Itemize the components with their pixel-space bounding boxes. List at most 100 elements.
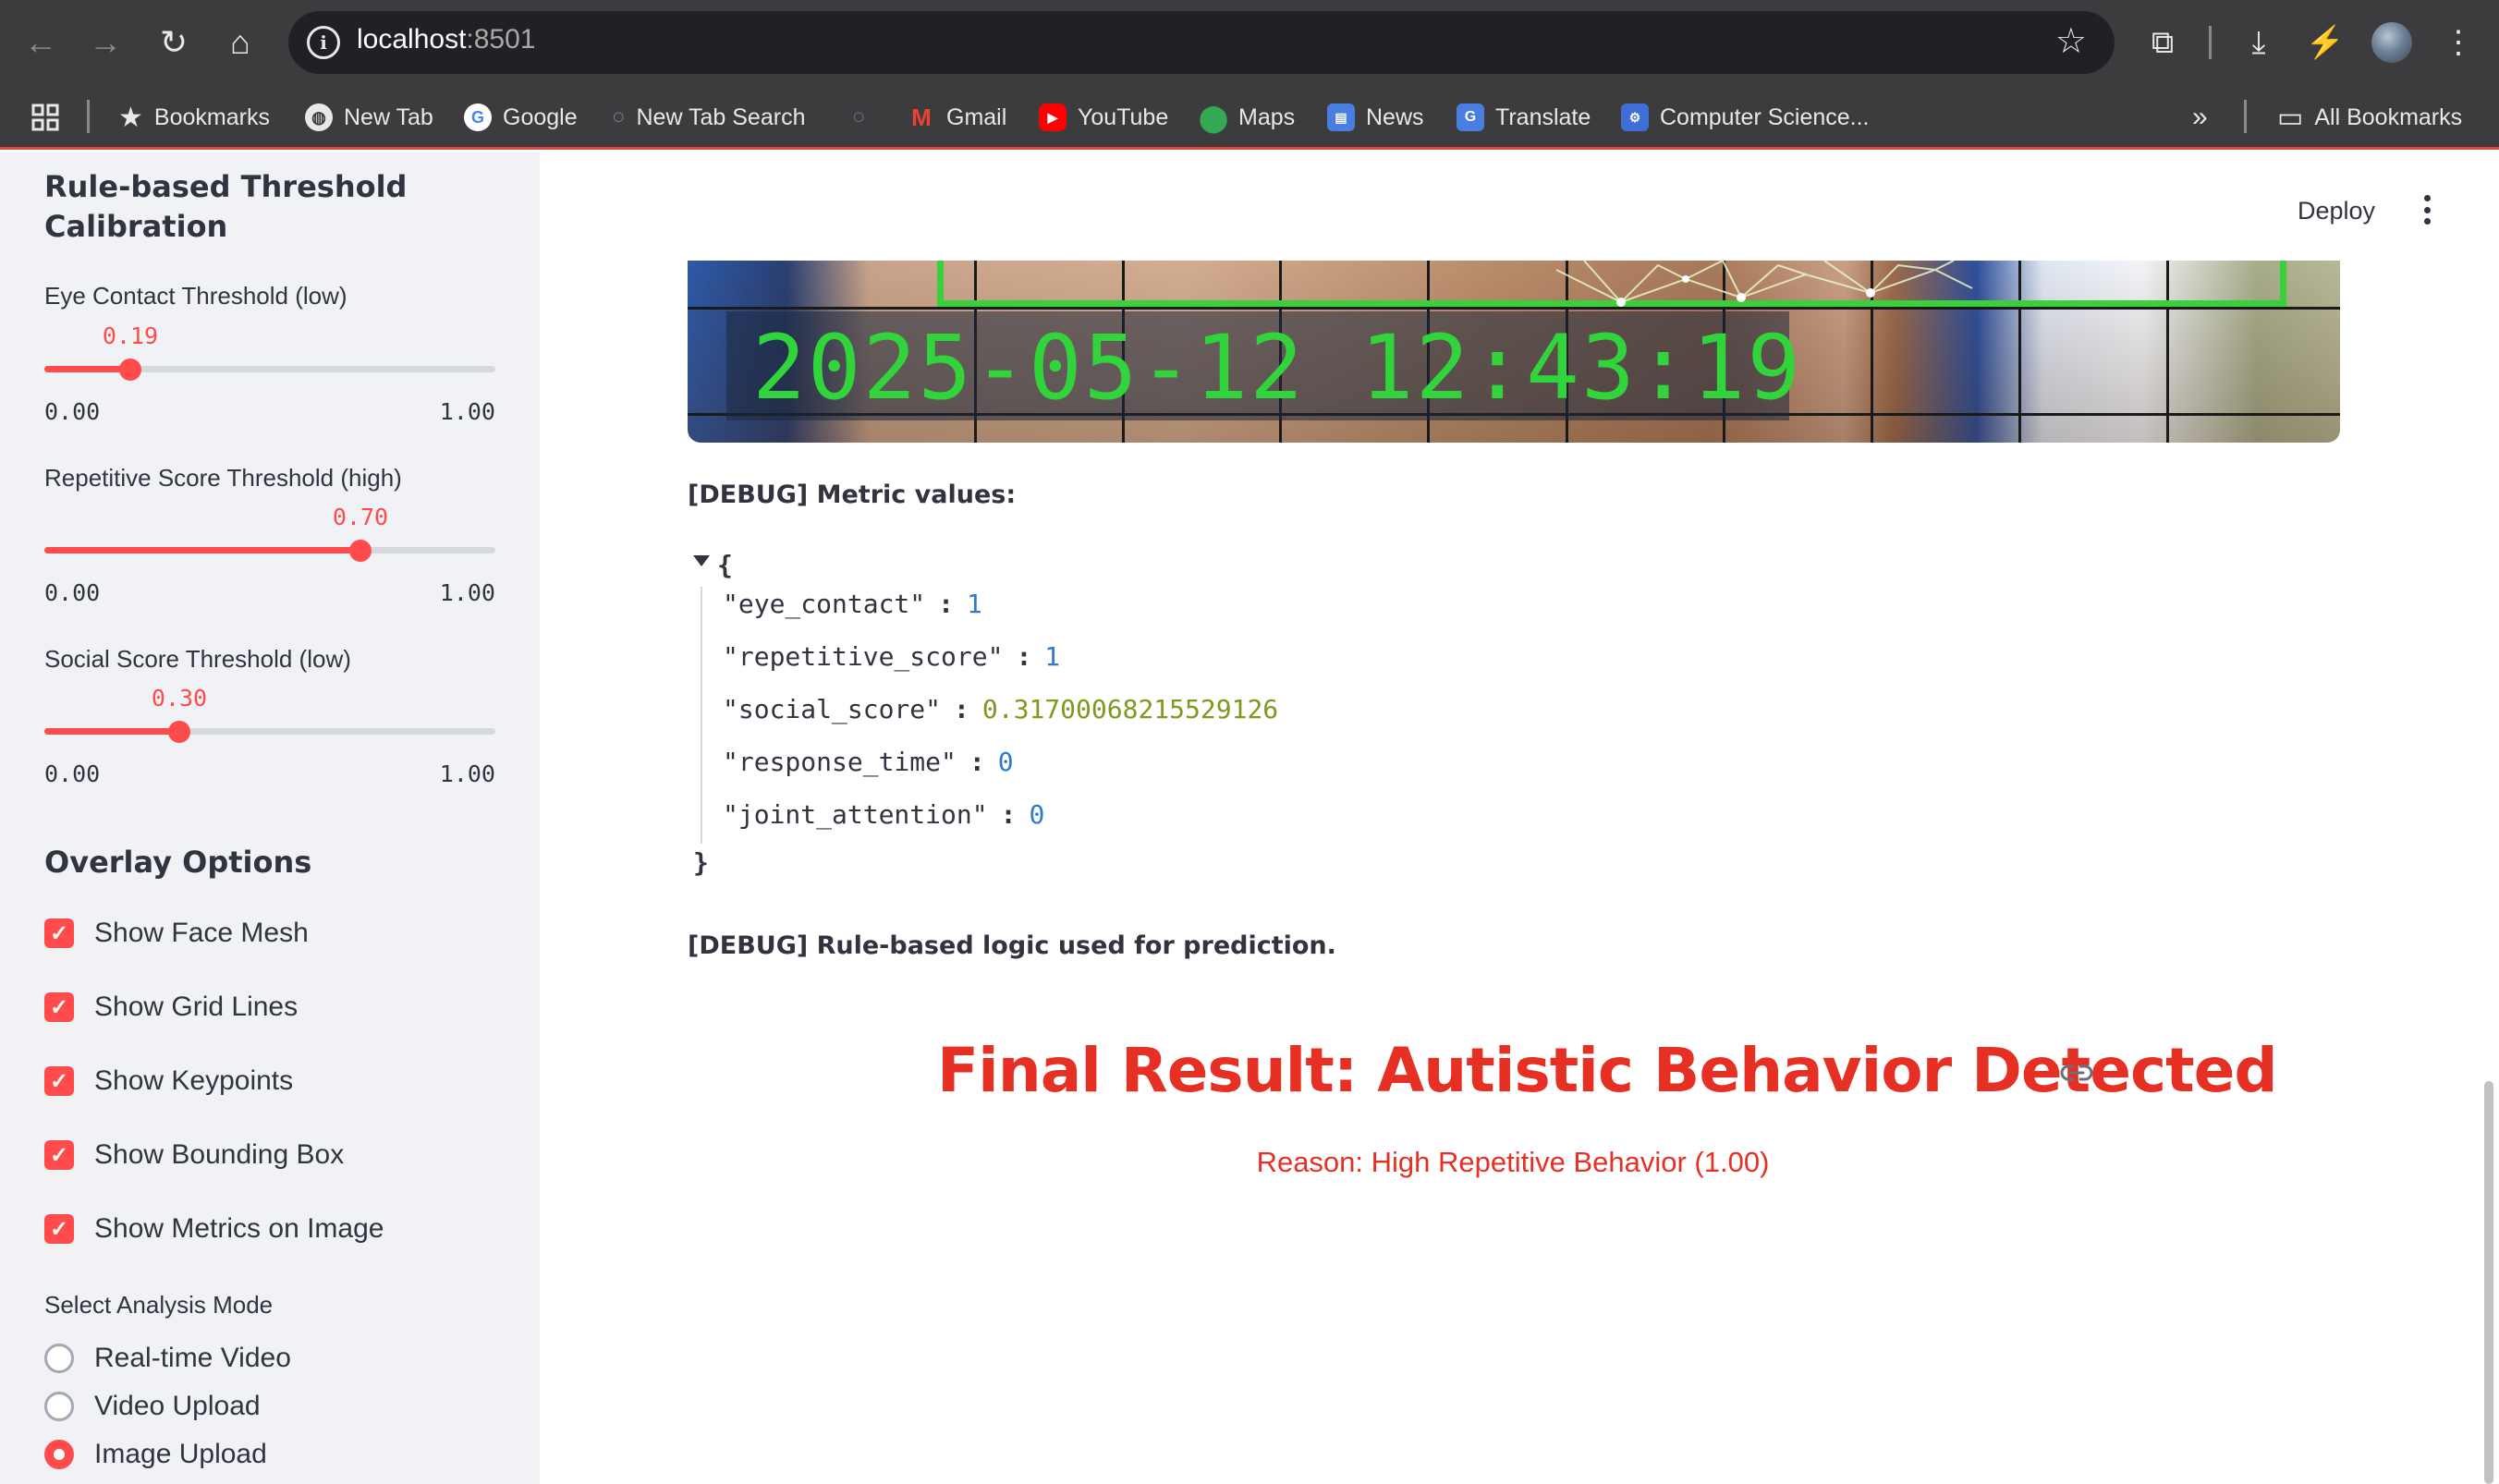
- browser-menu-icon[interactable]: ⋮: [2434, 18, 2482, 67]
- bookmark-item-youtube[interactable]: ▶ YouTube: [1039, 100, 1168, 135]
- reload-icon[interactable]: ↻: [152, 20, 196, 65]
- performance-icon[interactable]: ⚡: [2301, 18, 2349, 67]
- radio-image-upload[interactable]: Image Upload: [44, 1439, 267, 1470]
- maps-icon: ⬤: [1199, 103, 1228, 132]
- slider-value: 0.70: [332, 504, 389, 530]
- checkbox-checked-icon[interactable]: ✓: [44, 992, 74, 1022]
- bookmark-item-bookmarks[interactable]: ★ Bookmarks: [118, 100, 270, 135]
- slider-fill: [44, 366, 130, 372]
- slider-thumb[interactable]: [349, 540, 372, 562]
- radio-video-upload[interactable]: Video Upload: [44, 1391, 261, 1422]
- bookmark-item-maps[interactable]: ⬤ Maps: [1199, 100, 1295, 135]
- slider-fill: [44, 547, 360, 553]
- url-text: localhost:8501: [357, 24, 536, 55]
- bookmark-item-google[interactable]: G Google: [464, 100, 578, 135]
- bookmark-folder-icon-spacer: ○: [852, 100, 866, 135]
- json-row-joint-attention: "joint_attention":0: [723, 799, 1045, 830]
- metrics-json-viewer: { "eye_contact":1 "repetitive_score":1 "…: [693, 550, 1279, 878]
- json-row-repetitive-score: "repetitive_score":1: [723, 641, 1061, 672]
- slider-value: 0.19: [102, 322, 159, 349]
- folder-icon: ▭: [2277, 102, 2304, 133]
- deploy-button[interactable]: Deploy: [2298, 197, 2375, 225]
- bookmark-item-new-tab-search[interactable]: ○ New Tab Search: [612, 100, 805, 135]
- extensions-icon[interactable]: ⧉: [2139, 18, 2187, 67]
- anchor-link-icon[interactable]: [2060, 1063, 2093, 1083]
- bookmark-item-translate[interactable]: G Translate: [1457, 100, 1591, 135]
- json-row-social-score: "social_score":0.31700068215529126: [723, 694, 1279, 724]
- search-icon: ○: [852, 104, 866, 129]
- back-arrow-icon[interactable]: ←: [18, 20, 63, 65]
- bookmark-item-new-tab[interactable]: ◍ New Tab: [305, 100, 433, 135]
- image-timestamp: 2025-05-12 12:43:19: [752, 316, 1803, 420]
- checkbox-checked-icon[interactable]: ✓: [44, 1066, 74, 1096]
- star-icon: ★: [118, 102, 143, 133]
- globe-icon: ◍: [305, 103, 333, 131]
- site-info-icon[interactable]: i: [307, 26, 340, 59]
- slider-min: 0.00: [44, 760, 101, 787]
- main-menu-icon[interactable]: [2418, 189, 2436, 230]
- radio-unselected-icon[interactable]: [44, 1392, 74, 1421]
- repetitive-score-slider-label: Repetitive Score Threshold (high): [44, 464, 402, 492]
- checkbox-show-metrics-on-image[interactable]: ✓ Show Metrics on Image: [44, 1213, 384, 1245]
- face-mesh-overlay: [1555, 261, 1973, 307]
- computer-science-icon: ⚙: [1621, 103, 1649, 131]
- address-bar[interactable]: i localhost:8501 ☆: [288, 11, 2115, 74]
- checkbox-show-grid-lines[interactable]: ✓ Show Grid Lines: [44, 991, 298, 1023]
- download-icon[interactable]: ⤓: [2235, 18, 2283, 67]
- home-icon[interactable]: ⌂: [218, 20, 262, 65]
- slider-thumb[interactable]: [119, 359, 141, 381]
- radio-unselected-icon[interactable]: [44, 1344, 74, 1373]
- translate-icon: G: [1457, 103, 1484, 131]
- browser-toolbar: ← → ↻ ⌂ i localhost:8501 ☆ ⧉ ⤓ ⚡ ⋮: [0, 0, 2499, 85]
- slider-track[interactable]: [44, 366, 495, 372]
- gmail-icon: M: [911, 103, 932, 131]
- slider-max: 1.00: [439, 760, 495, 787]
- checkbox-show-keypoints[interactable]: ✓ Show Keypoints: [44, 1065, 293, 1097]
- youtube-icon: ▶: [1039, 103, 1067, 131]
- checkbox-show-face-mesh[interactable]: ✓ Show Face Mesh: [44, 918, 309, 949]
- radio-real-time-video[interactable]: Real-time Video: [44, 1343, 291, 1374]
- forward-arrow-icon[interactable]: →: [83, 20, 128, 65]
- checkbox-checked-icon[interactable]: ✓: [44, 918, 74, 948]
- all-bookmarks-folder[interactable]: ▭ All Bookmarks: [2277, 100, 2462, 135]
- main-content: Deploy 2025-05-12 12:43:19 [DEBUG] Metri…: [540, 152, 2499, 1484]
- slider-fill: [44, 728, 179, 735]
- bookmarks-bar: ★ Bookmarks ◍ New Tab G Google ○ New Tab Sea…: [0, 85, 2499, 150]
- bookmark-star-icon[interactable]: ☆: [2055, 20, 2087, 62]
- news-icon: ▤: [1327, 103, 1355, 131]
- checkbox-show-bounding-box[interactable]: ✓ Show Bounding Box: [44, 1139, 344, 1171]
- page-scrollbar[interactable]: [2484, 1081, 2493, 1484]
- slider-min: 0.00: [44, 398, 101, 425]
- more-bookmarks-chevron-icon[interactable]: »: [2192, 100, 2208, 135]
- radio-selected-icon[interactable]: [44, 1440, 74, 1469]
- checkbox-checked-icon[interactable]: ✓: [44, 1214, 74, 1244]
- slider-track[interactable]: [44, 547, 495, 553]
- json-row-eye-contact: "eye_contact":1: [723, 589, 982, 619]
- social-score-slider[interactable]: 0.30 0.00 1.00: [44, 685, 495, 787]
- analyzed-image: 2025-05-12 12:43:19: [688, 261, 2340, 443]
- sidebar: Rule-based Threshold Calibration Eye Con…: [0, 152, 540, 1484]
- repetitive-score-slider[interactable]: 0.70 0.00 1.00: [44, 504, 495, 606]
- analysis-mode-label: Select Analysis Mode: [44, 1291, 274, 1319]
- slider-value: 0.30: [151, 685, 208, 712]
- bookmark-item-gmail[interactable]: M Gmail: [908, 100, 1006, 135]
- checkbox-checked-icon[interactable]: ✓: [44, 1140, 74, 1170]
- search-icon: ○: [612, 104, 626, 129]
- eye-contact-slider[interactable]: 0.19 0.00 1.00: [44, 322, 495, 425]
- debug-metric-values-label: [DEBUG] Metric values:: [688, 480, 1017, 509]
- debug-logic-label: [DEBUG] Rule-based logic used for predic…: [688, 931, 1336, 960]
- collapse-caret-icon[interactable]: [693, 555, 710, 566]
- bookmark-item-computer-science[interactable]: ⚙ Computer Science...: [1621, 100, 1870, 135]
- eye-contact-slider-label: Eye Contact Threshold (low): [44, 282, 347, 310]
- slider-max: 1.00: [439, 579, 495, 606]
- profile-avatar[interactable]: [2371, 22, 2412, 63]
- threshold-heading: Rule-based Threshold Calibration: [44, 169, 408, 244]
- apps-grid-icon[interactable]: [31, 100, 59, 135]
- slider-track[interactable]: [44, 728, 495, 735]
- bookmark-item-news[interactable]: ▤ News: [1327, 100, 1424, 135]
- social-score-slider-label: Social Score Threshold (low): [44, 645, 351, 673]
- slider-max: 1.00: [439, 398, 495, 425]
- slider-thumb[interactable]: [168, 721, 190, 743]
- slider-min: 0.00: [44, 579, 101, 606]
- overlay-options-heading: Overlay Options: [44, 845, 312, 880]
